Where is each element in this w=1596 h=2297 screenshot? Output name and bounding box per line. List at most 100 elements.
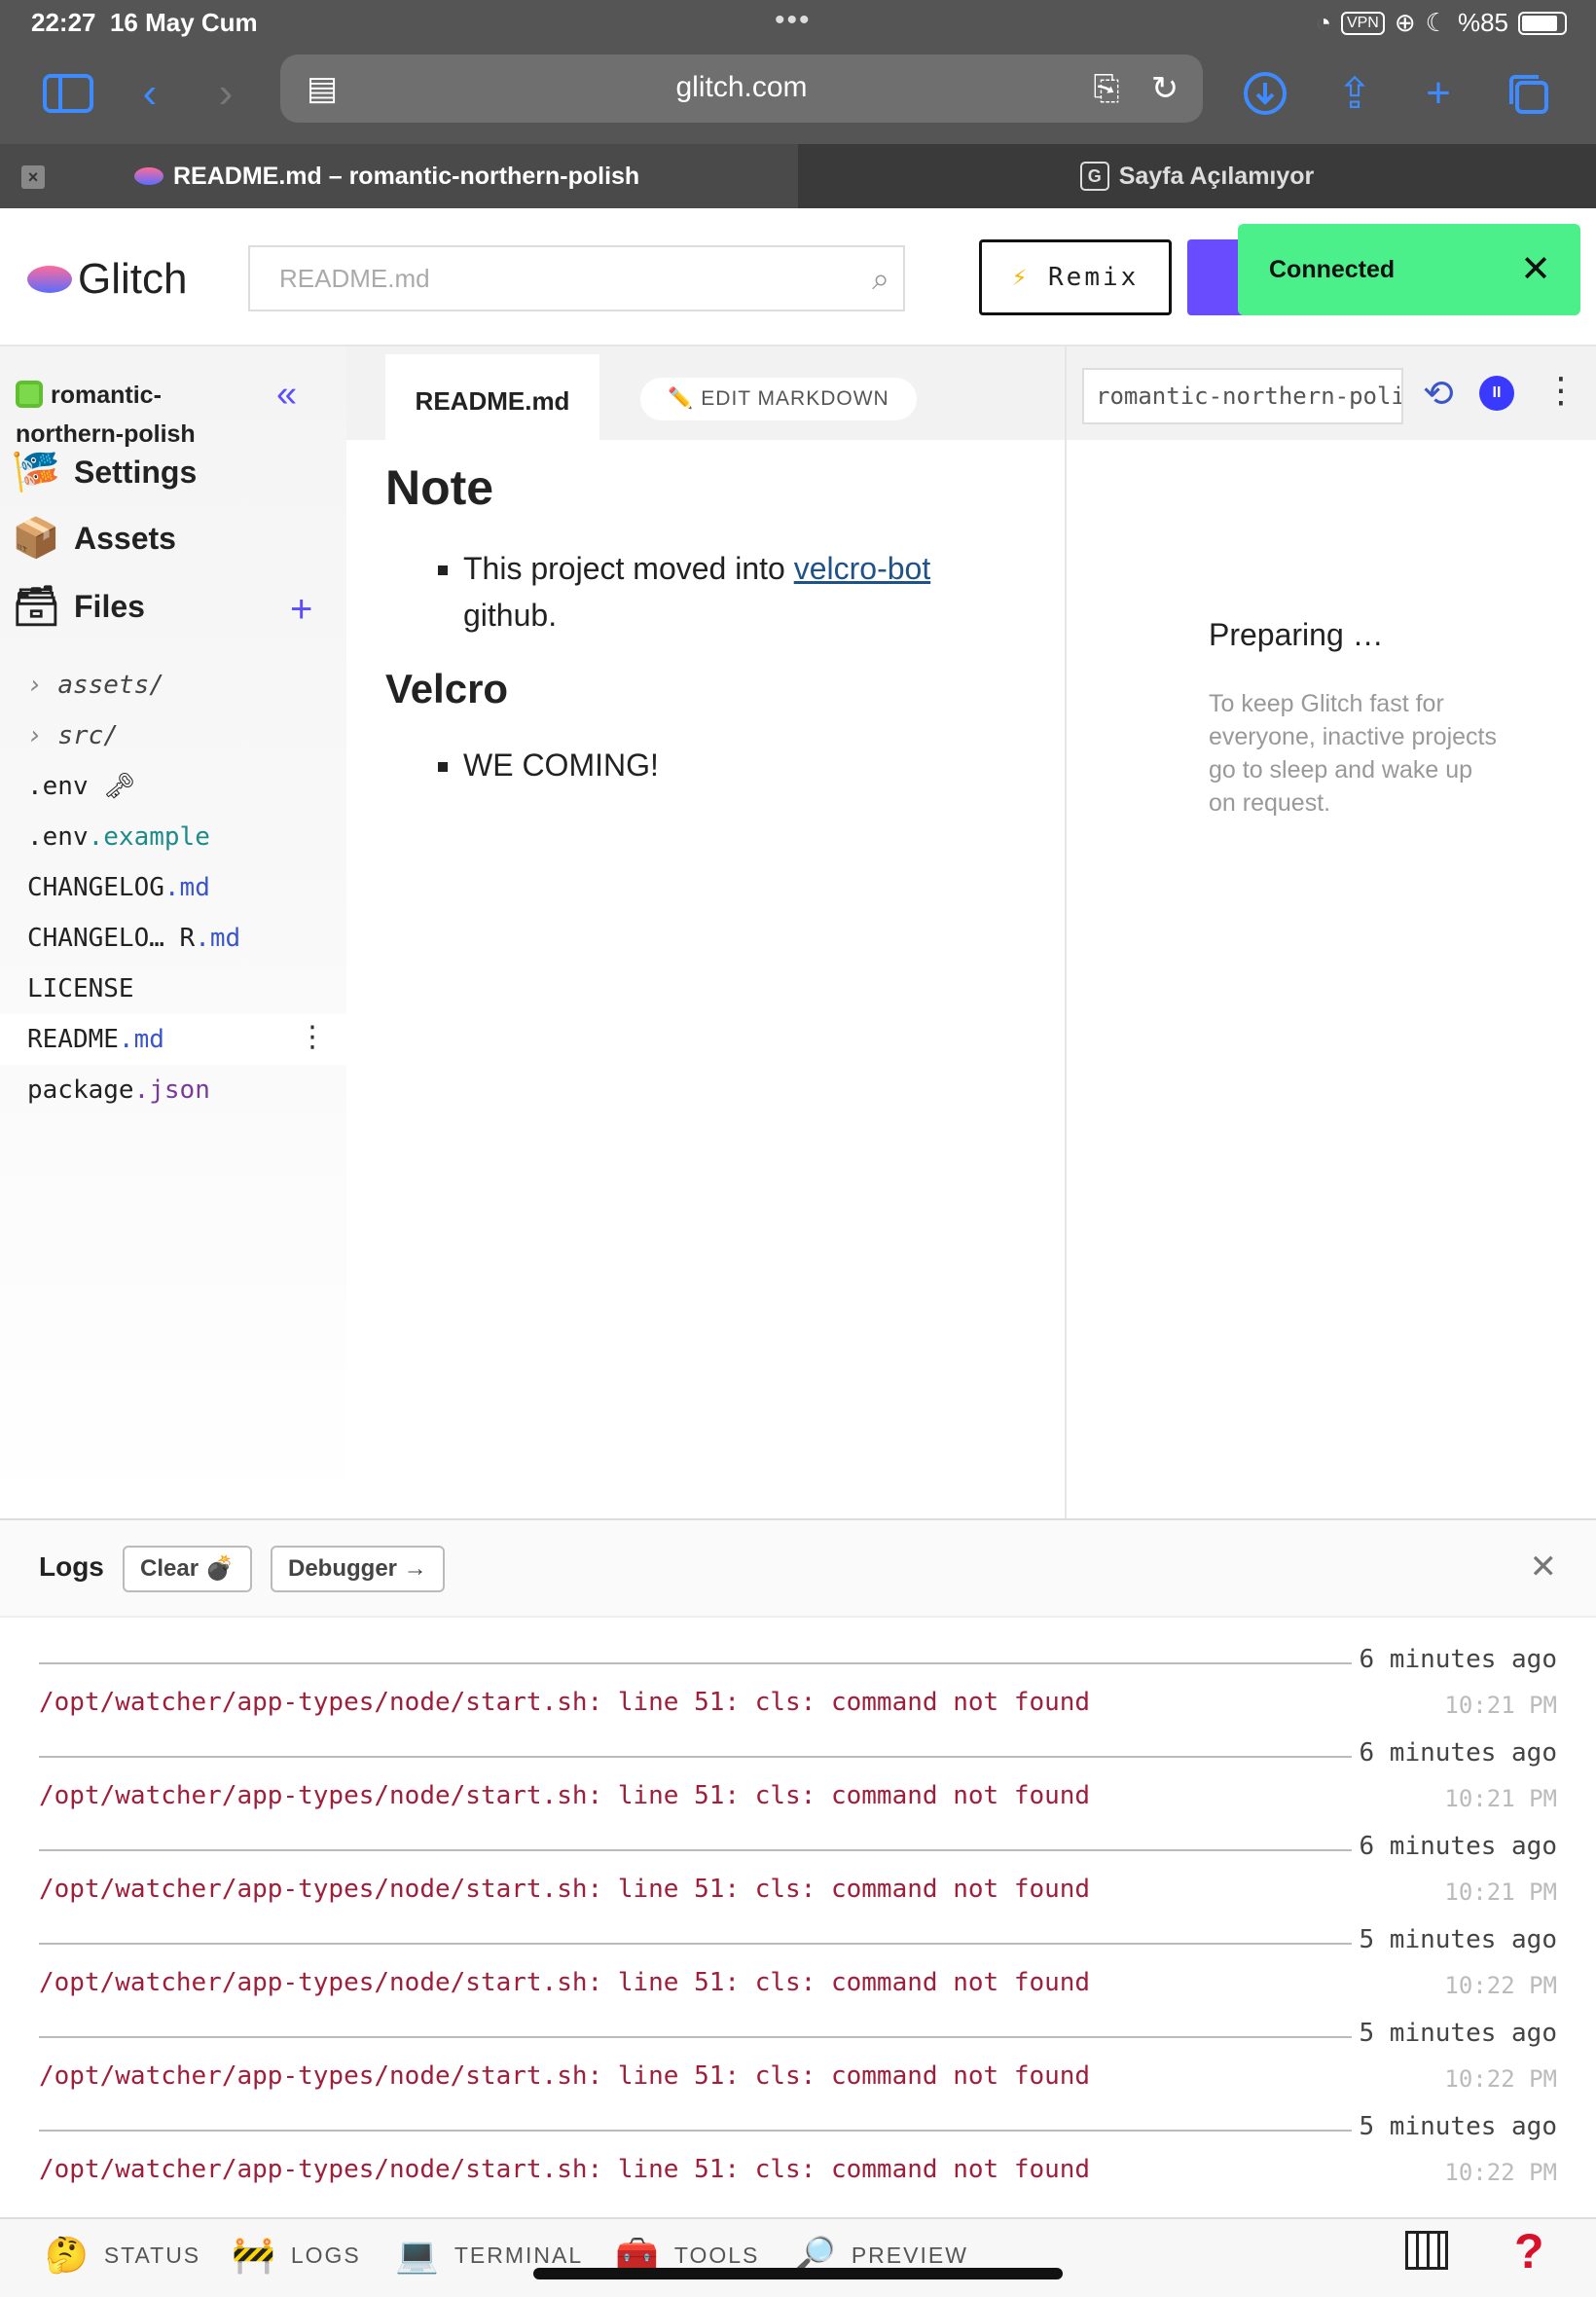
file-options-icon[interactable]: ⋮ (298, 1020, 327, 1054)
close-icon[interactable]: ✕ (1530, 1548, 1558, 1586)
log-relative-time: 5 minutes ago (1351, 2019, 1557, 2048)
log-time: 10:22 PM (1444, 2159, 1557, 2186)
pause-icon[interactable]: II (1479, 376, 1514, 411)
sidebar-item-settings[interactable]: 🎏 Settings (12, 448, 197, 496)
file-item-changelog-r[interactable]: CHANGELO… R.md (0, 913, 346, 964)
file-item-src[interactable]: › src/ (0, 711, 346, 761)
log-relative-time: 6 minutes ago (1351, 1832, 1557, 1861)
help-button[interactable]: ? (1514, 2223, 1544, 2279)
sidebar-item-files[interactable]: 🗃 Files (12, 582, 145, 631)
glitch-fish-icon (134, 167, 163, 185)
collapse-sidebar-icon[interactable]: « (276, 374, 297, 416)
log-entry: 5 minutes ago/opt/watcher/app-types/node… (39, 1921, 1557, 2015)
pencil-icon: ✏️ (668, 387, 695, 410)
file-item-env-example[interactable]: .env.example (0, 812, 346, 862)
edit-markdown-button[interactable]: ✏️ EDIT MARKDOWN (640, 378, 917, 420)
package-icon: 📦 (12, 517, 60, 560)
tab-readme[interactable]: README.md (385, 354, 599, 440)
log-entry: 6 minutes ago/opt/watcher/app-types/node… (39, 1734, 1557, 1828)
share-button[interactable] (1187, 239, 1246, 315)
list-item: WE COMING! (463, 742, 1047, 788)
file-item-assets[interactable]: › assets/ (0, 660, 346, 711)
file-item-changelog[interactable]: CHANGELOG.md (0, 862, 346, 913)
remix-label: Remix (1048, 263, 1140, 292)
connected-toast: Connected ✕ (1238, 224, 1580, 315)
glitch-logo[interactable]: Glitch (27, 255, 187, 304)
velcro-bot-link[interactable]: velcro-bot (794, 551, 931, 586)
project-avatar (16, 381, 43, 408)
multitask-dots[interactable]: ••• (775, 4, 812, 37)
sidebar-toggle-icon[interactable] (39, 64, 97, 123)
log-time: 10:21 PM (1444, 1785, 1557, 1812)
add-file-icon[interactable]: + (290, 588, 312, 632)
log-message: /opt/watcher/app-types/node/start.sh: li… (39, 2155, 1091, 2184)
bottom-toolbar: 🤔 STATUS 🚧 LOGS 💻 TERMINAL 🧰 TOOLS 🔎 PREVIEW (0, 2217, 1596, 2297)
new-tab-icon[interactable]: + (1409, 64, 1468, 123)
chevron-right-icon: › (27, 671, 43, 700)
chevron-right-icon: › (27, 721, 43, 750)
keyboard-shortcuts-icon[interactable] (1405, 2231, 1448, 2270)
tools-label: TOOLS (673, 2242, 760, 2268)
rotation-lock-icon: ⊕ (1394, 8, 1416, 37)
sleep-note: To keep Glitch fast for everyone, inacti… (1209, 690, 1497, 817)
reload-icon[interactable]: ↻ (1141, 64, 1189, 113)
log-time: 10:21 PM (1444, 1692, 1557, 1719)
status-time: 22:27 16 May Cum (31, 8, 258, 37)
preview-url-input[interactable]: romantic-northern-polish (1082, 368, 1403, 424)
more-options-icon[interactable]: ⋮ (1543, 370, 1578, 411)
logs-header: Logs Clear 💣 Debugger → ✕ (0, 1520, 1596, 1618)
heading-note: Note (385, 460, 494, 515)
project-name[interactable]: romantic-northern-polish (16, 376, 249, 454)
sidebar-item-assets[interactable]: 📦 Assets (12, 514, 176, 563)
terminal-label: TERMINAL (453, 2242, 584, 2268)
log-time: 10:22 PM (1444, 1972, 1557, 1999)
remix-button[interactable]: ⚡ Remix (979, 239, 1172, 315)
browser-tab-readme[interactable]: × README.md – romantic-northern-polish (0, 144, 798, 208)
markdown-preview: Note This project moved into velcro-botg… (385, 459, 1047, 788)
logs-label: LOGS (290, 2242, 361, 2268)
debugger-button[interactable]: Debugger → (271, 1546, 445, 1592)
sidebar-item-label: Assets (74, 520, 176, 556)
tab-title: Sayfa Açılamıyor (1118, 162, 1315, 190)
url-text[interactable]: glitch.com (280, 71, 1203, 104)
download-icon[interactable] (1236, 64, 1294, 123)
velcro-list: WE COMING! (385, 742, 1047, 788)
clear-logs-button[interactable]: Clear 💣 (123, 1546, 252, 1592)
file-item-readme[interactable]: README.md (0, 1014, 346, 1065)
file-item-license[interactable]: LICENSE (0, 964, 346, 1014)
preview-toolbar: romantic-northern-polish ⟲ II ⋮ (1067, 346, 1596, 440)
construction-icon: 🚧 (232, 2235, 277, 2275)
battery-icon (1518, 11, 1567, 35)
browser-tab-error[interactable]: G Sayfa Açılamıyor (798, 144, 1596, 208)
edit-markdown-label: EDIT MARKDOWN (701, 387, 889, 410)
search-input[interactable]: README.md ⌕ (248, 245, 905, 311)
forward-icon[interactable]: › (197, 64, 255, 123)
log-message: /opt/watcher/app-types/node/start.sh: li… (39, 1781, 1091, 1810)
tab-title: README.md – romantic-northern-polish (173, 162, 640, 190)
browser-toolbar: ‹ › ▤ glitch.com ⎘ ↻ ⇪ + (0, 47, 1596, 144)
status-button[interactable]: 🤔 STATUS (45, 2235, 200, 2276)
list-item: This project moved into velcro-botgithub… (463, 545, 1047, 638)
refresh-icon[interactable]: ⟲ (1423, 372, 1454, 416)
lightning-icon: ⚡ (1011, 263, 1031, 292)
editor-tab-bar: README.md ✏️ EDIT MARKDOWN (346, 346, 1065, 440)
laptop-icon: 💻 (395, 2235, 441, 2275)
file-item-env[interactable]: .env 🗝 (0, 761, 346, 812)
vpn-badge: VPN (1340, 11, 1385, 35)
log-list: 6 minutes ago/opt/watcher/app-types/node… (39, 1641, 1557, 2202)
address-bar[interactable]: ▤ glitch.com ⎘ ↻ (280, 55, 1203, 123)
back-icon[interactable]: ‹ (121, 64, 179, 123)
extension-icon[interactable]: ⎘ (1082, 64, 1131, 113)
logs-button[interactable]: 🚧 LOGS (232, 2235, 361, 2276)
clear-label: Clear (140, 1555, 200, 1582)
share-icon[interactable]: ⇪ (1325, 64, 1384, 123)
file-item-package-json[interactable]: package.json (0, 1065, 346, 1115)
sidebar-item-label: Files (74, 588, 145, 624)
preview-label: PREVIEW (851, 2242, 968, 2268)
search-icon: ⌕ (872, 261, 889, 296)
toast-text: Connected (1269, 256, 1396, 283)
close-tab-icon[interactable]: × (21, 165, 45, 189)
close-icon[interactable]: ✕ (1520, 224, 1551, 315)
tabs-overview-icon[interactable] (1499, 64, 1557, 123)
wifi-icon: ◔ (1316, 8, 1331, 37)
